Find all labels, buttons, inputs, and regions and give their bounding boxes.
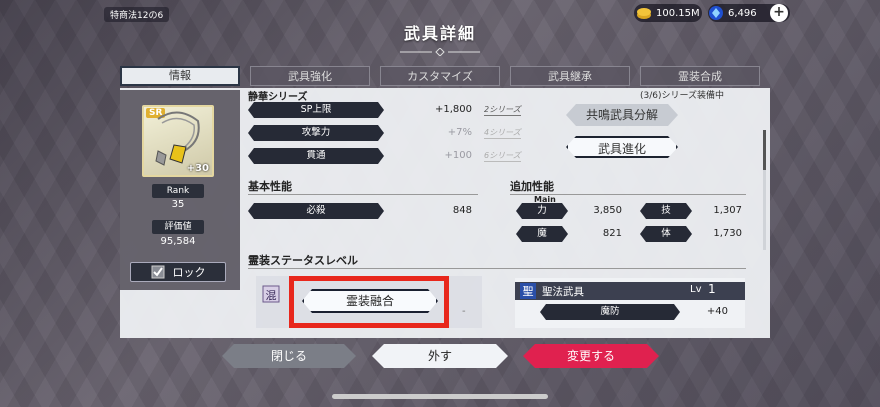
extra-value-magic: 821 bbox=[602, 228, 622, 239]
series-stat-sp: SP上限 bbox=[248, 102, 384, 118]
home-indicator[interactable] bbox=[332, 394, 548, 399]
rank-value: 35 bbox=[171, 199, 185, 210]
spirit-emblem-icon: 混 bbox=[262, 285, 280, 303]
extra-stat-strength: 力 bbox=[516, 203, 568, 219]
svg-text:聖: 聖 bbox=[523, 285, 534, 298]
blue-gem-icon bbox=[709, 6, 723, 20]
series-progress: (3/6)シリーズ装備中 bbox=[640, 91, 725, 101]
extra-value-vitality: 1,730 bbox=[713, 228, 742, 239]
spirit-level-title: 霊装ステータスレベル bbox=[248, 254, 358, 267]
gold-coin-icon bbox=[637, 8, 651, 19]
main-stat-tag: Main bbox=[534, 195, 556, 204]
base-stats-title: 基本性能 bbox=[248, 180, 292, 193]
tab-inherit[interactable]: 武具継承 bbox=[510, 66, 630, 86]
tab-customize[interactable]: カスタマイズ bbox=[380, 66, 500, 86]
base-stats-divider bbox=[248, 194, 478, 195]
series-value-attack: +7% bbox=[447, 127, 472, 138]
extra-stat-technique: 技 bbox=[640, 203, 692, 219]
rank-label: Rank bbox=[152, 184, 204, 198]
series-tier-2: 2シリーズ bbox=[484, 105, 521, 116]
weapon-lv-label: Lv bbox=[690, 284, 702, 295]
extra-value-technique: 1,307 bbox=[713, 205, 742, 216]
weapon-name: 聖法武具 bbox=[542, 286, 584, 298]
series-title: 静華シリーズ bbox=[248, 92, 308, 103]
series-value-penetration: +100 bbox=[444, 150, 472, 161]
extra-stat-magic: 魔 bbox=[516, 226, 568, 242]
base-stat-special: 必殺 bbox=[248, 203, 384, 219]
series-tier-4: 4シリーズ bbox=[484, 128, 521, 139]
weapon-evolve-button[interactable]: 武具進化 bbox=[566, 136, 678, 158]
lock-label: ロック bbox=[172, 266, 206, 279]
page-title: 武具詳細 bbox=[403, 24, 476, 43]
series-tier-6: 6シリーズ bbox=[484, 151, 521, 162]
level-bonus: +30 bbox=[186, 163, 209, 174]
tab-enhance[interactable]: 武具強化 bbox=[250, 66, 370, 86]
scrollbar-thumb[interactable] bbox=[763, 130, 766, 170]
weapon-stat-value: +40 bbox=[706, 306, 728, 317]
tab-info[interactable]: 情報 bbox=[120, 66, 240, 86]
gold-amount: 100.15M bbox=[656, 7, 700, 19]
resonance-disassemble-button[interactable]: 共鳴武具分解 bbox=[566, 104, 678, 126]
extra-value-strength: 3,850 bbox=[593, 205, 622, 216]
change-button[interactable]: 変更する bbox=[523, 344, 659, 368]
add-gems-button[interactable]: + bbox=[770, 4, 788, 22]
title-ornament bbox=[400, 48, 480, 56]
weapon-stat-mdef: 魔防 bbox=[540, 304, 680, 320]
rating-value: 95,584 bbox=[160, 236, 196, 247]
extra-stat-vitality: 体 bbox=[640, 226, 692, 242]
spirit-level-divider bbox=[248, 268, 746, 269]
svg-text:混: 混 bbox=[266, 289, 277, 302]
remove-button[interactable]: 外す bbox=[372, 344, 508, 368]
weapon-portrait[interactable]: SR +30 bbox=[142, 105, 214, 177]
weapon-lv-value: 1 bbox=[708, 282, 716, 296]
lock-checkbox-icon bbox=[151, 265, 164, 279]
series-stat-penetration: 貫通 bbox=[248, 148, 384, 164]
holy-weapon-icon: 聖 bbox=[520, 283, 536, 299]
series-value-sp: +1,800 bbox=[434, 104, 472, 115]
tab-spirit-synthesis[interactable]: 霊装合成 bbox=[640, 66, 760, 86]
spirit-merge-button[interactable]: 霊装融合 bbox=[302, 289, 438, 313]
gold-counter: 100.15M bbox=[634, 4, 702, 22]
gem-amount: 6,496 bbox=[728, 7, 757, 19]
rating-label: 評価値 bbox=[152, 220, 204, 234]
close-button[interactable]: 閉じる bbox=[222, 344, 356, 368]
spirit-empty-value: - bbox=[462, 306, 466, 317]
base-value-special: 848 bbox=[452, 205, 472, 216]
lock-button[interactable]: ロック bbox=[130, 262, 226, 282]
series-stat-attack: 攻撃力 bbox=[248, 125, 384, 141]
extra-stats-title: 追加性能 bbox=[510, 180, 554, 193]
